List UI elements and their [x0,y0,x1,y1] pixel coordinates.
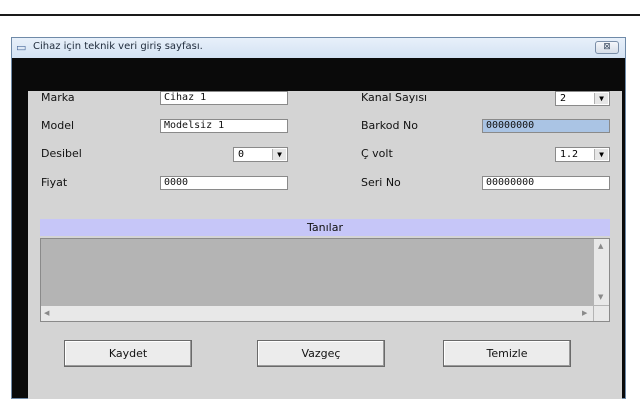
label-kanal-sayisi: Kanal Sayısı [361,91,428,104]
clear-button[interactable]: Temizle [443,340,571,367]
model-input[interactable]: Modelsiz 1 [160,119,288,133]
scroll-down-icon[interactable]: ▼ [598,293,603,301]
label-barkod-no: Barkod No [361,119,418,132]
horizontal-scrollbar[interactable]: ◀ ▶ [41,306,593,321]
diagnoses-header: Tanılar [40,219,610,236]
scroll-right-icon[interactable]: ▶ [582,309,587,317]
kanal-sayisi-select[interactable]: 2 ▼ [555,91,610,106]
kanal-sayisi-value: 2 [560,93,567,104]
top-divider [0,14,640,16]
desibel-select[interactable]: 0 ▼ [233,147,288,162]
marka-input[interactable]: Cihaz 1 [160,91,288,105]
c-volt-select[interactable]: 1.2 ▼ [555,147,610,162]
chevron-down-icon[interactable]: ▼ [594,149,608,160]
label-marka: Marka [41,91,75,104]
vertical-scrollbar[interactable]: ▲ ▼ [594,239,609,305]
close-icon[interactable]: ⊠ [595,41,619,54]
barkod-no-input[interactable]: 00000000 [482,119,610,133]
chevron-down-icon[interactable]: ▼ [594,93,608,104]
desibel-value: 0 [238,149,245,160]
fiyat-input[interactable]: 0000 [160,176,288,190]
window-title: Cihaz için teknik veri giriş sayfası. [33,41,203,52]
label-model: Model [41,119,75,132]
scroll-left-icon[interactable]: ◀ [44,309,49,317]
label-desibel: Desibel [41,147,82,160]
label-seri-no: Seri No [361,176,401,189]
window-icon: ▭ [16,41,27,54]
save-button[interactable]: Kaydet [64,340,192,367]
scrollbar-corner [594,306,609,321]
diagnoses-list[interactable]: ▲ ▼ ◀ ▶ [40,238,610,322]
scroll-up-icon[interactable]: ▲ [598,242,603,250]
title-bar: ▭ Cihaz için teknik veri giriş sayfası. … [12,38,625,58]
label-c-volt: Ç volt [361,147,393,160]
c-volt-value: 1.2 [560,149,579,160]
chevron-down-icon[interactable]: ▼ [272,149,286,160]
seri-no-input[interactable]: 00000000 [482,176,610,190]
label-fiyat: Fiyat [41,176,68,189]
cancel-button[interactable]: Vazgeç [257,340,385,367]
